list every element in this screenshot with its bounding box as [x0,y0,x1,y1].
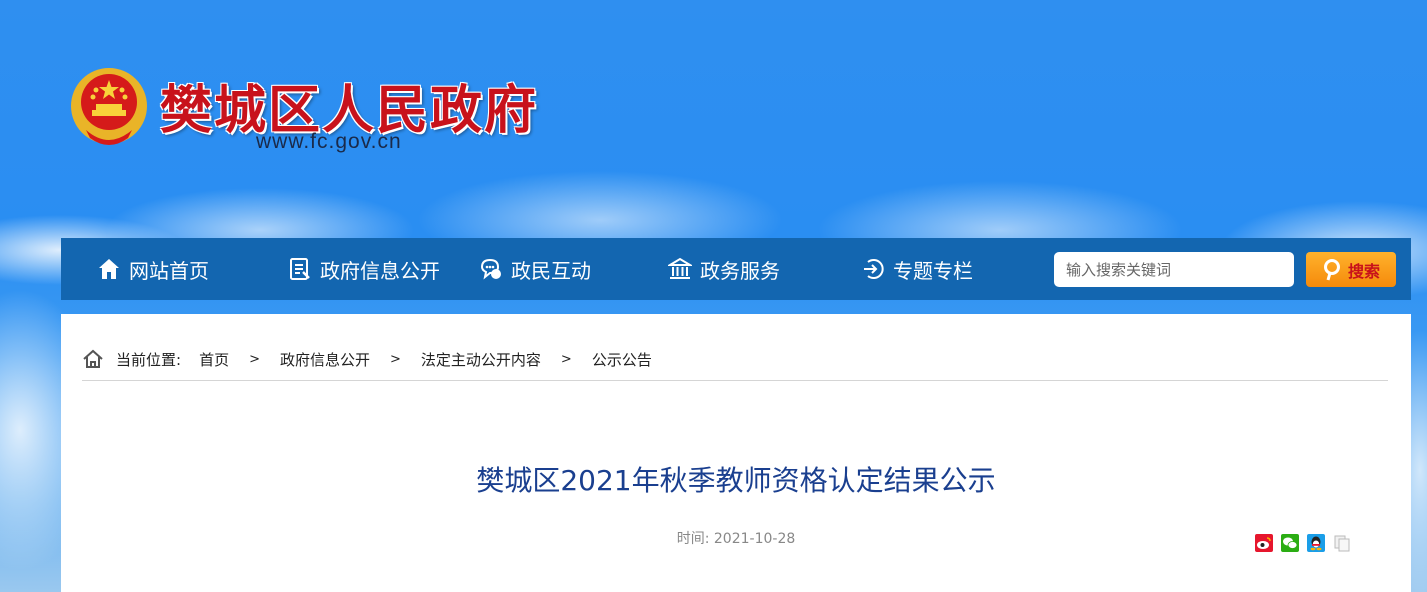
copy-icon[interactable] [1333,534,1351,552]
enter-arrow-icon [864,259,884,279]
nav-item-topics[interactable]: 专题专栏 [861,238,973,300]
nav-item-services[interactable]: 政务服务 [668,238,780,300]
breadcrumb-statutory-content[interactable]: 法定主动公开内容 [421,349,541,370]
article-date: 时间: 2021-10-28 [676,531,796,547]
search-input[interactable] [1054,252,1294,287]
content-panel: 当前位置: 首页 > 政府信息公开 > 法定主动公开内容 > 公示公告 樊城区2… [61,314,1411,592]
breadcrumb-separator: > [249,351,260,367]
breadcrumb-gov-info[interactable]: 政府信息公开 [280,349,370,370]
site-url: www.fc.gov.cn [256,130,402,153]
nav-item-label: 专题专栏 [893,258,973,283]
breadcrumb-label: 当前位置: [116,350,182,369]
qq-icon[interactable] [1307,534,1325,552]
government-building-icon [668,257,692,279]
search-button-label: 搜索 [1347,261,1380,281]
search-button[interactable]: 搜索 [1306,252,1396,287]
nav-item-interaction[interactable]: 政民互动 [479,238,591,300]
home-icon [99,259,119,279]
wechat-icon[interactable] [1281,534,1299,552]
breadcrumb-announcements[interactable]: 公示公告 [592,349,652,370]
nav-item-gov-info[interactable]: 政府信息公开 [288,238,440,300]
home-outline-icon [83,349,103,368]
article-title: 樊城区2021年秋季教师资格认定结果公示 [476,464,996,497]
nav-item-home[interactable]: 网站首页 [97,238,209,300]
main-nav: 网站首页 政府信息公开 政民互动 政务服务 专题专栏 输入搜索关键词 搜索 [61,238,1411,300]
nav-item-label: 政民互动 [511,258,591,283]
search-icon [1323,258,1340,280]
chat-bubble-icon [480,258,501,280]
breadcrumb-separator: > [560,351,572,367]
weibo-icon[interactable] [1255,534,1273,552]
breadcrumb: 当前位置: 首页 > 政府信息公开 > 法定主动公开内容 > 公示公告 [82,346,1388,381]
breadcrumb-home[interactable]: 首页 [199,349,229,370]
nav-item-label: 网站首页 [129,258,209,283]
breadcrumb-separator: > [390,351,401,367]
national-emblem-logo [71,68,147,145]
nav-item-label: 政务服务 [700,258,780,283]
nav-item-label: 政府信息公开 [320,258,440,283]
document-list-icon [290,258,310,280]
share-bar [1255,534,1351,552]
